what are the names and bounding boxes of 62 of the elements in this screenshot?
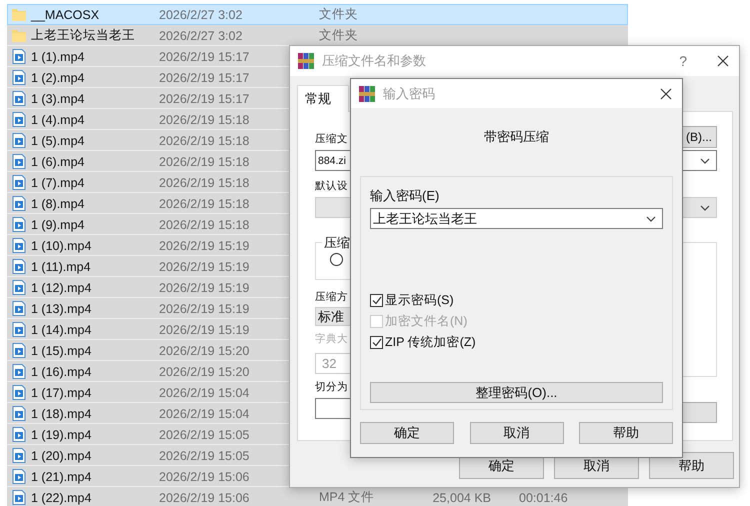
- modified-date: 2026/2/19 15:19: [159, 322, 250, 336]
- modified-date: 2026/2/19 15:17: [159, 50, 250, 64]
- modified-date: 2026/2/27 3:02: [159, 28, 244, 42]
- modified-date: 2026/2/19 15:17: [159, 92, 250, 106]
- modified-date: 2026/2/19 15:18: [159, 134, 250, 148]
- file-type: 文件夹: [319, 27, 359, 44]
- file-name: 1 (13).mp4: [31, 302, 92, 316]
- file-name: 1 (20).mp4: [31, 448, 92, 462]
- modified-date: 2026/2/19 15:17: [159, 70, 250, 84]
- modified-date: 2026/2/19 15:06: [159, 470, 250, 484]
- field-label: 压缩文: [315, 132, 348, 147]
- modified-date: 2026/2/19 15:05: [159, 448, 250, 462]
- modified-date: 2026/2/19 15:18: [159, 154, 250, 168]
- modified-date: 2026/2/19 15:18: [159, 196, 250, 210]
- file-name: 1 (14).mp4: [31, 322, 92, 336]
- modified-date: 2026/2/19 15:04: [159, 386, 250, 400]
- modified-date: 2026/2/19 15:06: [159, 490, 250, 504]
- file-type: MP4 文件: [319, 489, 376, 506]
- file-name: 1 (8).mp4: [31, 196, 86, 210]
- file-name: 上老王论坛当老王: [31, 27, 136, 44]
- window-title: 输入密码: [383, 84, 436, 102]
- modified-date: 2026/2/19 15:04: [159, 406, 250, 420]
- window-title: 压缩文件名和参数: [322, 52, 427, 70]
- file-name: 1 (11).mp4: [31, 260, 92, 274]
- modified-date: 2026/2/27 3:02: [159, 8, 244, 22]
- file-name: 1 (9).mp4: [31, 218, 86, 232]
- file-name: 1 (17).mp4: [31, 386, 92, 400]
- modified-date: 2026/2/19 15:19: [159, 280, 250, 294]
- file-name: 1 (1).mp4: [31, 50, 86, 64]
- field-label: 输入密码(E): [370, 187, 440, 205]
- modified-date: 2026/2/19 15:05: [159, 428, 250, 442]
- file-name: 1 (22).mp4: [31, 490, 92, 504]
- file-name: 1 (19).mp4: [31, 428, 92, 442]
- field-label: 字典大: [315, 332, 348, 347]
- dialog-heading: 带密码压缩: [484, 128, 549, 146]
- field-label: 切分为: [315, 380, 348, 395]
- modified-date: 2026/2/19 15:18: [159, 176, 250, 190]
- file-name: 1 (4).mp4: [31, 112, 86, 126]
- field-label: 默认设: [315, 179, 348, 194]
- file-name: 1 (18).mp4: [31, 406, 92, 420]
- modified-date: 2026/2/19 15:19: [159, 260, 250, 274]
- modified-date: 2026/2/19 15:18: [159, 218, 250, 232]
- field-label: 压缩方: [315, 290, 348, 305]
- modified-date: 2026/2/19 15:20: [159, 344, 250, 358]
- file-name: 1 (7).mp4: [31, 176, 86, 190]
- modified-date: 2026/2/19 15:18: [159, 112, 250, 126]
- file-name: 1 (5).mp4: [31, 134, 86, 148]
- file-name: __MACOSX: [31, 8, 100, 22]
- file-type: 文件夹: [319, 6, 359, 23]
- file-name: 1 (10).mp4: [31, 238, 92, 252]
- file-name: 1 (21).mp4: [31, 470, 92, 484]
- file-name: 1 (16).mp4: [31, 364, 92, 378]
- modified-date: 2026/2/19 15:20: [159, 364, 250, 378]
- file-size: 25,004 KB: [432, 490, 491, 504]
- duration: 00:01:46: [519, 490, 568, 504]
- file-name: 1 (3).mp4: [31, 92, 86, 106]
- modified-date: 2026/2/19 15:19: [159, 238, 250, 252]
- file-name: 1 (6).mp4: [31, 154, 86, 168]
- file-name: 1 (2).mp4: [31, 70, 86, 84]
- file-name: 1 (12).mp4: [31, 280, 92, 294]
- file-name: 1 (15).mp4: [31, 344, 92, 358]
- modified-date: 2026/2/19 15:19: [159, 302, 250, 316]
